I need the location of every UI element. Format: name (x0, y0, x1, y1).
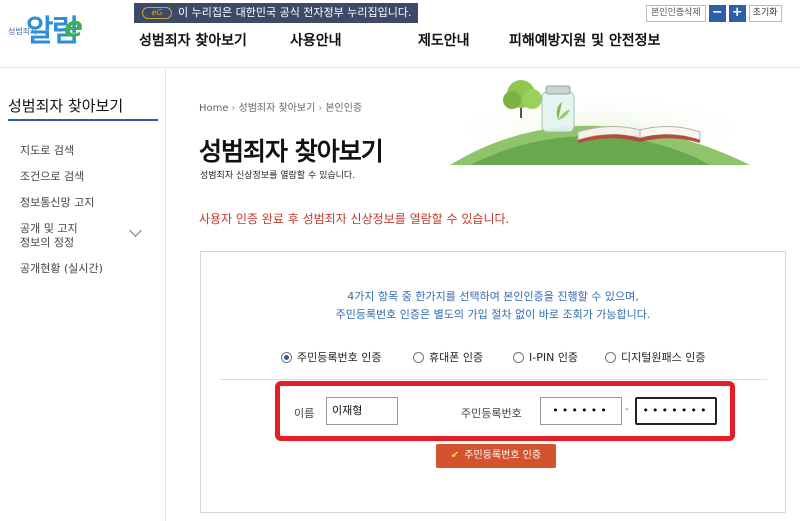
auth-description-line1: 4가지 항목 중 한가지를 선택하여 본인인증을 진행할 수 있으며, (347, 290, 639, 303)
sidebar: 성범죄자 찾아보기 지도로 검색 조건으로 검색 정보통신망 고지 공개 및 고… (0, 69, 166, 521)
reset-auth-button[interactable]: 본인인증삭제 (646, 5, 706, 22)
divider (221, 379, 767, 380)
egov-icon: eG (142, 7, 172, 19)
radio-icon[interactable] (513, 351, 524, 363)
name-input[interactable]: 이재형 (326, 397, 398, 425)
rrn-auth-submit-label: 주민등록번호 인증 (464, 450, 542, 461)
rrn-auth-submit-button[interactable]: ✔ 주민등록번호 인증 (436, 444, 556, 468)
rrn-separator: - (625, 402, 629, 415)
site-header: 성범죄자 알림 e eG 이 누리집은 대한민국 공식 전자정부 누리집입니다. … (0, 0, 800, 68)
auth-method-ipin[interactable]: I-PIN 인증 (513, 349, 578, 365)
zoom-in-button[interactable]: + (728, 5, 746, 22)
nav-item-guide[interactable]: 사용안내 (290, 30, 342, 50)
auth-notice: 사용자 인증 완료 후 성범죄자 신상정보를 열람할 수 있습니다. (199, 212, 510, 226)
site-logo[interactable]: 성범죄자 알림 e (6, 4, 86, 60)
logo-e-text: e (64, 10, 83, 43)
auth-method-rrn-label: 주민등록번호 인증 (297, 351, 382, 364)
radio-icon[interactable] (413, 351, 424, 363)
page-subtitle: 성범죄자 신상정보를 열람할 수 있습니다. (200, 171, 356, 181)
jar-icon (541, 85, 575, 133)
sidebar-item-network-notice[interactable]: 정보통신망 고지 (20, 196, 94, 210)
rrn-label: 주민등록번호 (461, 407, 522, 420)
auth-method-ipin-label: I-PIN 인증 (529, 351, 579, 364)
auth-method-phone[interactable]: 휴대폰 인증 (413, 349, 483, 365)
zoom-out-button[interactable]: − (708, 5, 726, 22)
nav-item-system[interactable]: 제도안내 (418, 30, 470, 50)
sidebar-item-status[interactable]: 공개현황 (실시간) (20, 262, 103, 276)
rrn-front-input[interactable]: •••••• (540, 397, 622, 425)
egov-banner: eG 이 누리집은 대한민국 공식 전자정부 누리집입니다. (134, 3, 418, 23)
zoom-reset-button[interactable]: 초기화 (748, 5, 782, 22)
utility-controls: 본인인증삭제 − + 초기화 (646, 5, 782, 23)
page-title: 성범죄자 찾아보기 (199, 137, 384, 166)
breadcrumb-home[interactable]: Home (199, 103, 229, 114)
breadcrumb-section[interactable]: 성범죄자 찾아보기 (239, 103, 316, 114)
breadcrumb-current: 본인인증 (325, 103, 363, 114)
egov-banner-text: 이 누리집은 대한민국 공식 전자정부 누리집입니다. (178, 6, 412, 19)
sidebar-item-condition-search[interactable]: 조건으로 검색 (20, 170, 84, 184)
name-label: 이름 (294, 407, 315, 420)
rrn-back-input[interactable]: ••••••• (635, 397, 717, 425)
auth-description-line2: 주민등록번호 인증은 별도의 가입 절차 없이 바로 조회가 가능합니다. (335, 308, 651, 321)
auth-panel: 4가지 항목 중 한가지를 선택하여 본인인증을 진행할 수 있으며, 주민등록… (200, 251, 786, 513)
chevron-right-icon: › (318, 103, 323, 114)
nav-item-search[interactable]: 성범죄자 찾아보기 (139, 30, 247, 50)
chevron-right-icon: › (231, 103, 236, 114)
radio-icon[interactable] (605, 351, 616, 363)
hero-illustration (450, 80, 770, 165)
chevron-down-icon[interactable] (129, 224, 142, 237)
breadcrumb: Home › 성범죄자 찾아보기 › 본인인증 (199, 99, 362, 114)
sidebar-item-map-search[interactable]: 지도로 검색 (20, 144, 74, 158)
radio-selected-icon[interactable] (281, 351, 292, 363)
auth-method-onepass[interactable]: 디지털원패스 인증 (605, 349, 705, 365)
sidebar-item-correction[interactable]: 공개 및 고지 정보의 정정 (20, 222, 78, 250)
auth-method-rrn[interactable]: 주민등록번호 인증 (281, 349, 381, 365)
check-icon: ✔ (450, 450, 460, 461)
sidebar-title: 성범죄자 찾아보기 (8, 95, 158, 121)
auth-method-phone-label: 휴대폰 인증 (429, 351, 484, 364)
auth-method-onepass-label: 디지털원패스 인증 (621, 351, 706, 364)
nav-item-prevention[interactable]: 피해예방지원 및 안전정보 (509, 30, 660, 50)
